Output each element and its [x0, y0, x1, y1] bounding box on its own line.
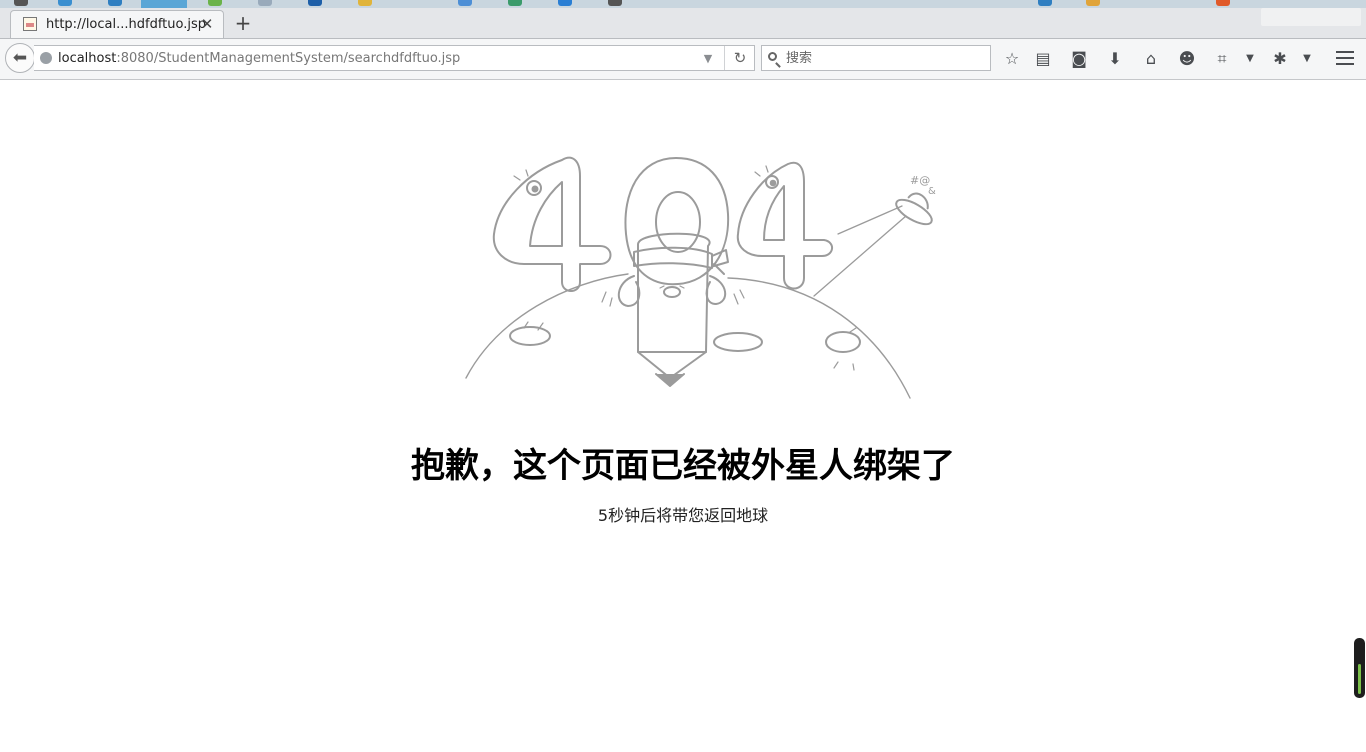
- page-heading: 抱歉，这个页面已经被外星人绑架了: [411, 446, 955, 486]
- titlebar-field: [1261, 8, 1361, 26]
- url-text: localhost:8080/StudentManagementSystem/s…: [58, 51, 460, 66]
- browser-tab[interactable]: http://local...hdfdftuo.jsp ✕: [10, 10, 224, 38]
- taskbar-app-icon[interactable]: [208, 0, 222, 6]
- taskbar-app-icon[interactable]: [358, 0, 372, 6]
- taskbar-app-icon[interactable]: [108, 0, 122, 6]
- taskbar-app-icon[interactable]: [558, 0, 572, 6]
- taskbar-app-icon[interactable]: [14, 0, 28, 6]
- download-icon[interactable]: ⬇: [1103, 47, 1127, 71]
- back-button[interactable]: ⬅: [5, 43, 35, 73]
- extension-icon[interactable]: ✱: [1268, 47, 1292, 71]
- svg-text:&: &: [928, 186, 936, 197]
- tab-strip: http://local...hdfdftuo.jsp ✕ +: [0, 8, 1366, 39]
- os-taskbar-strip: [0, 0, 1366, 8]
- taskbar-app-icon[interactable]: [508, 0, 522, 6]
- menu-icon[interactable]: [1336, 49, 1354, 67]
- back-arrow-icon: ⬅: [12, 48, 28, 68]
- floating-scroll-widget[interactable]: [1354, 638, 1365, 698]
- digit-4-left: [492, 156, 612, 292]
- history-dropdown-icon[interactable]: ▼: [699, 50, 717, 68]
- taskbar-app-icon[interactable]: [1216, 0, 1230, 6]
- taskbar-app-icon[interactable]: [608, 0, 622, 6]
- url-path: :8080/StudentManagementSystem/searchdfdf…: [116, 51, 461, 66]
- home-icon[interactable]: ⌂: [1139, 47, 1163, 71]
- chat-icon[interactable]: ☻: [1175, 47, 1199, 71]
- ufo: [895, 198, 933, 226]
- pencil-character: [637, 232, 711, 379]
- tab-title: http://local...hdfdftuo.jsp: [46, 17, 207, 32]
- pocket-icon[interactable]: ◙: [1067, 47, 1091, 71]
- page-favicon-icon: [23, 17, 37, 31]
- extension-dropdown-icon[interactable]: ▼: [1300, 47, 1314, 71]
- search-box[interactable]: [761, 45, 991, 71]
- reload-icon[interactable]: ↻: [724, 46, 755, 70]
- taskbar-app-icon-active[interactable]: [141, 0, 187, 8]
- close-tab-icon[interactable]: ✕: [199, 15, 215, 33]
- taskbar-app-icon[interactable]: [458, 0, 472, 6]
- url-host: localhost: [58, 51, 117, 66]
- redirect-countdown-text: 5秒钟后将带您返回地球: [597, 506, 769, 525]
- taskbar-app-icon[interactable]: [258, 0, 272, 6]
- address-bar[interactable]: localhost:8080/StudentManagementSystem/s…: [34, 45, 755, 71]
- taskbar-app-icon[interactable]: [58, 0, 72, 6]
- search-icon: [768, 52, 777, 61]
- taskbar-app-icon[interactable]: [1038, 0, 1052, 6]
- star-icon[interactable]: ☆: [1000, 47, 1024, 71]
- navigation-toolbar: ⬅ localhost:8080/StudentManagementSystem…: [0, 39, 1366, 80]
- search-input[interactable]: [786, 49, 981, 67]
- crop-icon[interactable]: ⌗: [1210, 47, 1234, 71]
- taskbar-app-icon[interactable]: [1086, 0, 1100, 6]
- alien-abduction-404-illustration: #@ &: [465, 156, 936, 399]
- crop-dropdown-icon[interactable]: ▼: [1243, 47, 1257, 71]
- page-content: #@ & 抱歉，这个页面已经被外星人绑架了 5秒钟后将带您返回地球: [0, 80, 1366, 752]
- site-identity-icon[interactable]: [40, 52, 52, 64]
- new-tab-button[interactable]: +: [232, 12, 254, 34]
- reading-list-icon[interactable]: ▤: [1031, 47, 1055, 71]
- taskbar-app-icon[interactable]: [308, 0, 322, 6]
